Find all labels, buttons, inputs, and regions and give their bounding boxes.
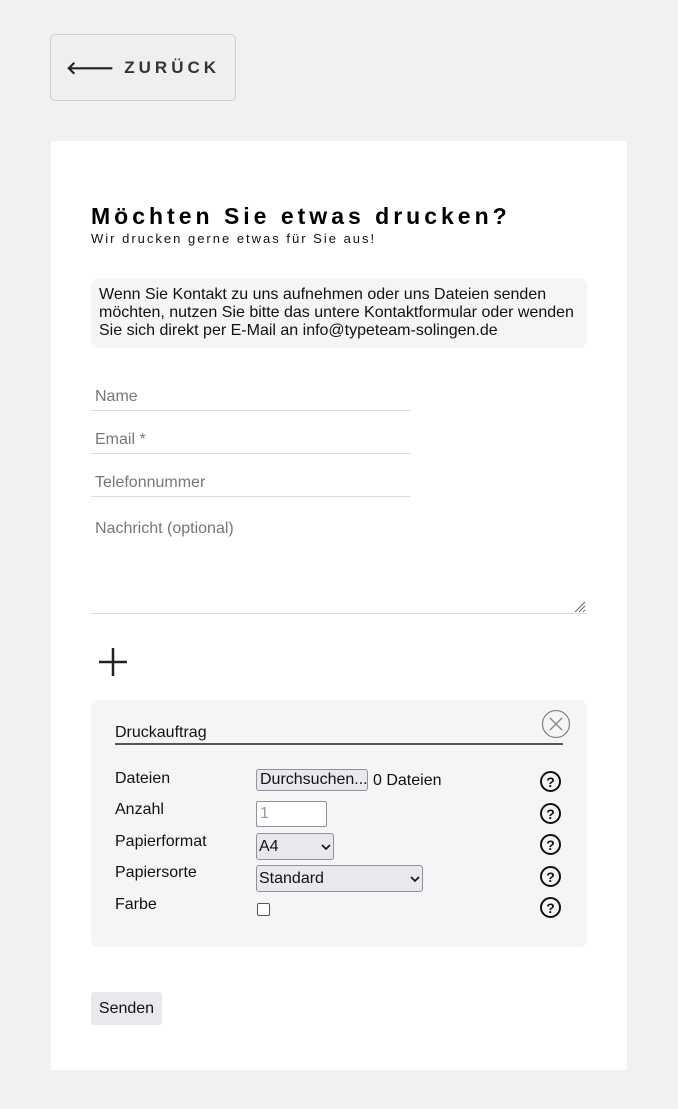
files-label: Dateien [115, 770, 171, 787]
email-field[interactable] [91, 416, 411, 454]
color-checkbox[interactable] [257, 903, 270, 916]
name-field[interactable] [91, 373, 411, 411]
help-paper-type-icon[interactable]: ? [540, 866, 561, 887]
back-button[interactable]: 🡐 ZURÜCK [50, 34, 236, 101]
back-button-label: ZURÜCK [124, 57, 221, 77]
files-count: 0 Dateien [373, 772, 442, 789]
page-subtitle: Wir drucken gerne etwas für Sie aus! [91, 231, 377, 246]
divider [115, 743, 563, 745]
print-job-panel: Druckauftrag Dateien Durchsuchen... 0 Da… [91, 700, 587, 947]
paper-format-label: Papierformat [115, 833, 207, 850]
print-request-card: Möchten Sie etwas drucken? Wir drucken g… [51, 141, 627, 1070]
browse-files-button[interactable]: Durchsuchen... [256, 769, 368, 791]
help-quantity-icon[interactable]: ? [540, 803, 561, 824]
quantity-label: Anzahl [115, 801, 164, 818]
paper-type-select[interactable]: Standard [256, 865, 423, 892]
chevron-down-icon [410, 875, 420, 882]
add-print-job-icon[interactable] [97, 646, 129, 678]
info-box: Wenn Sie Kontakt zu uns aufnehmen oder u… [91, 278, 587, 348]
color-label: Farbe [115, 896, 157, 913]
quantity-field[interactable] [256, 801, 327, 827]
resize-grip-icon[interactable] [572, 599, 586, 613]
chevron-down-icon [321, 843, 331, 850]
page-title: Möchten Sie etwas drucken? [91, 203, 511, 229]
help-color-icon[interactable]: ? [540, 897, 561, 918]
help-files-icon[interactable]: ? [540, 771, 561, 792]
paper-format-select[interactable]: A4 [256, 833, 334, 860]
arrow-left-icon: 🡐 [65, 57, 115, 78]
paper-type-value: Standard [259, 869, 324, 887]
paper-type-label: Papiersorte [115, 864, 197, 881]
paper-format-value: A4 [259, 837, 279, 855]
message-field[interactable] [91, 514, 587, 614]
print-job-title: Druckauftrag [115, 724, 207, 741]
send-button[interactable]: Senden [91, 992, 162, 1025]
close-icon[interactable] [541, 709, 571, 739]
phone-field[interactable] [91, 459, 411, 497]
help-paper-format-icon[interactable]: ? [540, 834, 561, 855]
